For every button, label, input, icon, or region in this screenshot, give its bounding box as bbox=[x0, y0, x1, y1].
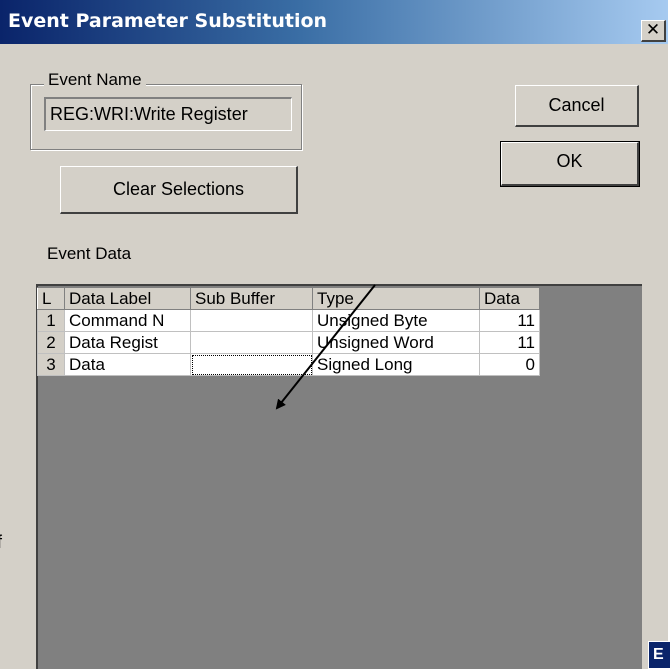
data-cell[interactable]: 11 bbox=[479, 309, 540, 332]
table-row[interactable]: 2 Data Regist Unsigned Word 11 bbox=[37, 331, 540, 354]
row-number: 1 bbox=[37, 309, 65, 332]
header-sub-buffer[interactable]: Sub Buffer bbox=[190, 287, 313, 310]
data-label-cell[interactable]: Data bbox=[64, 353, 191, 376]
type-cell[interactable]: Unsigned Byte bbox=[312, 309, 480, 332]
event-name-field: REG:WRI:Write Register bbox=[44, 97, 292, 131]
background-stray-text: f bbox=[0, 532, 3, 553]
close-icon[interactable]: ✕ bbox=[641, 20, 666, 42]
row-number: 3 bbox=[37, 353, 65, 376]
background-window-letter: E bbox=[653, 646, 664, 663]
ok-label: OK bbox=[556, 151, 583, 171]
event-data-table[interactable]: L Data Label Sub Buffer Type Data 1 Comm… bbox=[37, 287, 540, 376]
background-window[interactable]: E bbox=[648, 641, 671, 669]
type-cell[interactable]: Signed Long bbox=[312, 353, 480, 376]
row-number: 2 bbox=[37, 331, 65, 354]
event-data-label: Event Data bbox=[47, 244, 132, 263]
data-cell[interactable]: 0 bbox=[479, 353, 540, 376]
data-cell[interactable]: 11 bbox=[479, 331, 540, 354]
data-label-cell[interactable]: Data Regist bbox=[64, 331, 191, 354]
header-type[interactable]: Type bbox=[312, 287, 480, 310]
cancel-button[interactable]: Cancel bbox=[515, 85, 639, 127]
header-l[interactable]: L bbox=[37, 287, 65, 310]
event-parameter-dialog: Event Parameter Substitution ✕ Event Nam… bbox=[0, 0, 668, 669]
clear-selections-button[interactable]: Clear Selections bbox=[60, 166, 298, 214]
dialog-title: Event Parameter Substitution bbox=[8, 10, 328, 32]
cancel-label: Cancel bbox=[548, 95, 605, 115]
header-data-label[interactable]: Data Label bbox=[64, 287, 191, 310]
table-header-row: L Data Label Sub Buffer Type Data bbox=[37, 287, 540, 310]
clear-selections-label: Clear Selections bbox=[112, 179, 245, 199]
event-name-legend: Event Name bbox=[44, 70, 146, 90]
data-label-text: Data bbox=[69, 354, 105, 374]
sub-buffer-cell[interactable] bbox=[190, 309, 313, 332]
ok-button[interactable]: OK bbox=[500, 141, 640, 187]
title-bar[interactable]: Event Parameter Substitution ✕ bbox=[0, 0, 668, 44]
data-label-text: Data Regist bbox=[69, 332, 158, 352]
sub-buffer-cell-focused[interactable] bbox=[190, 353, 313, 376]
data-label-cell[interactable]: Command N bbox=[64, 309, 191, 332]
type-cell[interactable]: Unsigned Word bbox=[312, 331, 480, 354]
data-label-text: Command N bbox=[69, 310, 165, 330]
table-row[interactable]: 1 Command N Unsigned Byte 11 bbox=[37, 309, 540, 332]
table-row[interactable]: 3 Data Signed Long 0 bbox=[37, 353, 540, 376]
header-data[interactable]: Data bbox=[479, 287, 540, 310]
sub-buffer-cell[interactable] bbox=[190, 331, 313, 354]
